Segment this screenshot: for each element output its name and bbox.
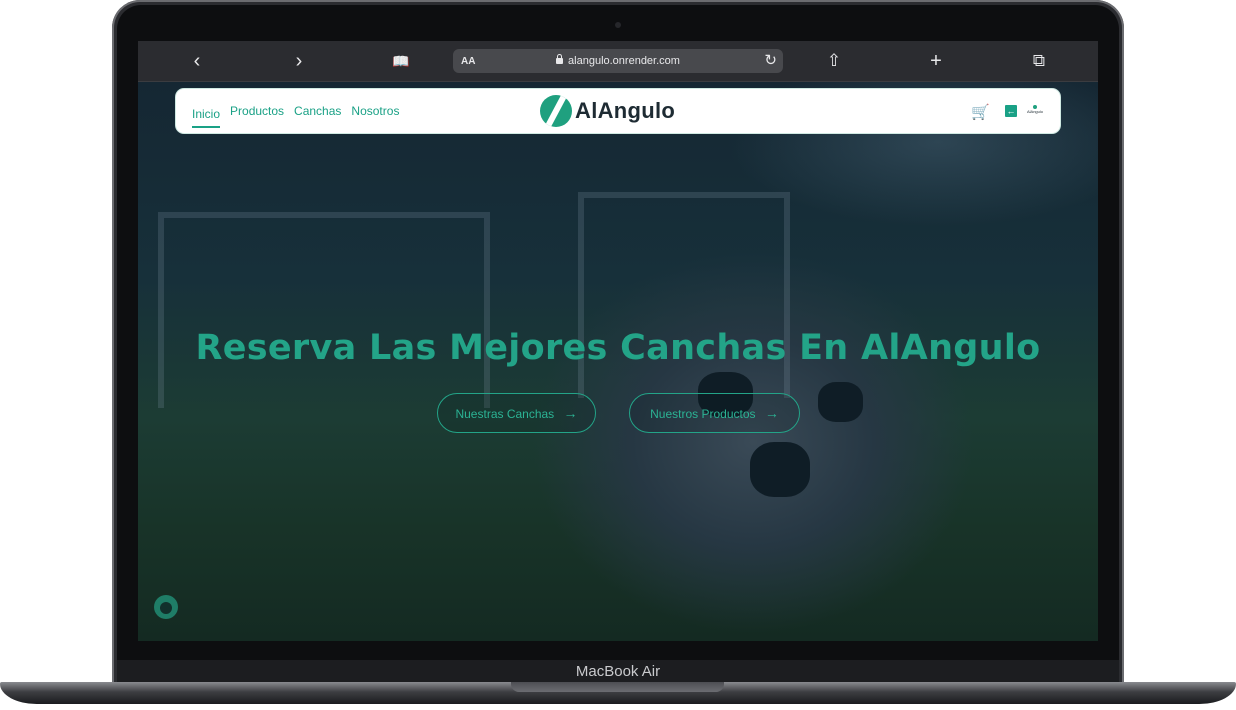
share-icon[interactable]: ⇧ <box>822 50 846 72</box>
nav-link-canchas[interactable]: Canchas <box>294 104 341 118</box>
url-text: alangulo.onrender.com <box>568 55 680 67</box>
nav-link-nosotros[interactable]: Nosotros <box>351 104 399 118</box>
bookmarks-icon[interactable]: 📖 <box>389 50 413 72</box>
logout-icon[interactable]: ← <box>1005 105 1017 117</box>
github-icon[interactable] <box>154 595 178 619</box>
nuestras-canchas-button[interactable]: Nuestras Canchas → <box>437 393 596 433</box>
camera-dot <box>615 22 621 28</box>
arrow-right-icon: → <box>764 405 779 421</box>
ball-patch <box>818 382 863 422</box>
tabs-overview-icon[interactable]: ⧉ <box>1027 50 1051 72</box>
logo-icon <box>540 95 572 127</box>
browser-toolbar: ‹ › 📖 AA alangulo.onrender.com ↻ ⇧ + ⧉ <box>138 41 1098 82</box>
reload-icon[interactable]: ↻ <box>764 49 777 73</box>
url-display[interactable]: alangulo.onrender.com <box>453 49 783 73</box>
cart-icon[interactable]: 🛒 <box>971 103 990 121</box>
button-label: Nuestras Canchas <box>455 407 555 421</box>
new-tab-icon[interactable]: + <box>924 50 948 72</box>
brand-logo[interactable]: AlAngulo <box>540 95 675 127</box>
nav-link-productos[interactable]: Productos <box>230 104 284 118</box>
brand-name: AlAngulo <box>575 98 676 123</box>
nav-link-inicio[interactable]: Inicio <box>192 101 221 128</box>
arrow-right-icon: → <box>563 405 578 421</box>
macbook-mockup: MacBook Air ‹ › 📖 AA alangulo.onrender.c… <box>0 0 1236 710</box>
browser-window: ‹ › 📖 AA alangulo.onrender.com ↻ ⇧ + ⧉ I… <box>138 41 1098 641</box>
address-bar[interactable]: AA alangulo.onrender.com ↻ <box>453 49 783 73</box>
lock-icon <box>556 54 564 64</box>
site-navbar: Inicio Productos Canchas Nosotros AlAngu… <box>176 89 1060 133</box>
user-avatar[interactable]: AlAngulo <box>1026 105 1044 117</box>
nuestros-productos-button[interactable]: Nuestros Productos → <box>629 393 800 433</box>
hero-headline: Reserva Las Mejores Canchas En AlAngulo <box>195 328 1041 368</box>
nav-links: Inicio Productos Canchas Nosotros <box>192 89 399 133</box>
ball-patch <box>750 442 810 497</box>
chevron-right-icon[interactable]: › <box>287 50 311 72</box>
chevron-left-icon[interactable]: ‹ <box>185 50 209 72</box>
goal-post-left <box>158 212 490 408</box>
laptop-notch <box>511 682 724 692</box>
button-label: Nuestros Productos <box>650 407 756 421</box>
